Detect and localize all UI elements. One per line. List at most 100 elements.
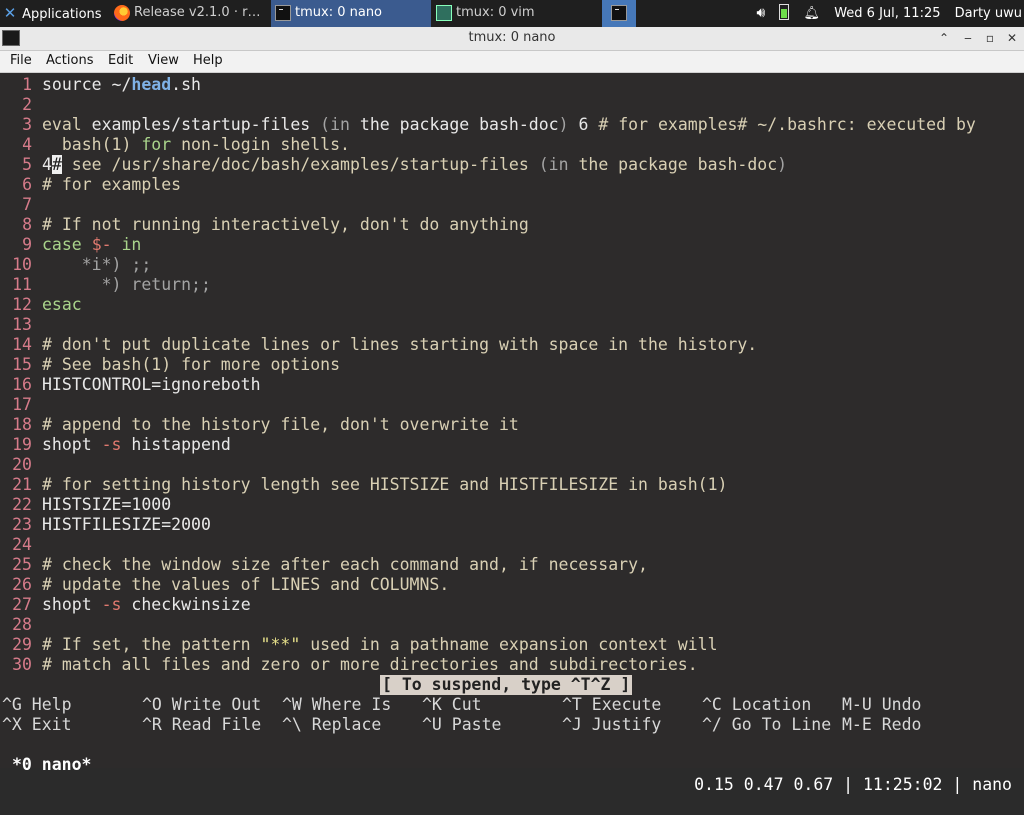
code-text: (in (538, 155, 569, 174)
line-number: 14 (12, 335, 32, 354)
editor-line[interactable]: 6 # for examples (0, 175, 181, 195)
window-titlebar[interactable]: tmux: 0 nano ⌃ ‒ ▫ ✕ (0, 27, 1024, 51)
shortcut-label: Justify (581, 715, 662, 734)
code-text: # See bash(1) for more options (42, 355, 341, 374)
shortcut-label: Execute (581, 695, 662, 714)
editor-line[interactable]: 11 *) return;; (0, 275, 211, 295)
editor-line[interactable]: 24 (0, 535, 42, 555)
code-text: # If not running interactively, don't do… (42, 215, 529, 234)
editor-line[interactable]: 13 (0, 315, 42, 335)
line-number: 22 (12, 495, 32, 514)
editor-line[interactable]: 28 (0, 615, 42, 635)
editor-line[interactable]: 3 eval examples/startup-files (in the pac… (0, 115, 976, 135)
editor-line[interactable]: 26 # update the values of LINES and COLUM… (0, 575, 449, 595)
shortcut-key: ^\ (282, 715, 302, 734)
editor-line[interactable]: 4 bash(1) for non-login shells. (0, 135, 350, 155)
editor-line[interactable]: 23 HISTFILESIZE=2000 (0, 515, 211, 535)
editor-line[interactable]: 27 shopt -s checkwinsize (0, 595, 251, 615)
taskbar-item-firefox[interactable]: Release v2.1.0 · r… (110, 0, 270, 27)
code-text: for (141, 135, 172, 154)
taskbar-item-tmux-vim[interactable]: tmux: 0 vim (432, 0, 600, 27)
editor-line[interactable]: 9 case $- in (0, 235, 141, 255)
editor-line[interactable]: 25 # check the window size after each com… (0, 555, 648, 575)
code-text: (in (320, 115, 350, 134)
editor-line[interactable]: 8 # If not running interactively, don't d… (0, 215, 529, 235)
tmux-window-name[interactable]: *0 nano* (12, 755, 91, 775)
editor-line[interactable]: 16 HISTCONTROL=ignoreboth (0, 375, 261, 395)
line-number: 16 (12, 375, 32, 394)
shortcut-key: ^J (562, 715, 582, 734)
editor-line[interactable]: 21 # for setting history length see HISTS… (0, 475, 727, 495)
taskbar-item-tmux-nano[interactable]: tmux: 0 nano (271, 0, 431, 27)
code-text: bash(1) (42, 135, 142, 154)
shortcut-label: Location (721, 695, 812, 714)
terminal-area[interactable]: 1 source ~/head.sh 2 3 eval examples/startup… (0, 73, 1024, 794)
shortcut-key: ^O (142, 695, 162, 714)
code-text: # for examples (42, 175, 182, 194)
code-text: # don't put duplicate lines or lines sta… (42, 335, 758, 354)
line-number: 21 (12, 475, 32, 494)
editor-line[interactable]: 19 shopt -s histappend (0, 435, 231, 455)
code-text: *i*) ;; (42, 255, 152, 274)
taskbar-item-label: tmux: 0 nano (295, 5, 383, 20)
editor-line[interactable]: 29 # If set, the pattern "**" used in a p… (0, 635, 717, 655)
editor-line[interactable]: 15 # See bash(1) for more options (0, 355, 340, 375)
menu-view[interactable]: View (148, 53, 179, 68)
menu-edit[interactable]: Edit (108, 53, 133, 68)
volume-icon[interactable]: 🔊︎ (756, 0, 765, 26)
battery-icon[interactable] (779, 4, 790, 20)
shortcut-key: M-E (842, 715, 872, 734)
code-text: # check the window size after each comma… (42, 555, 648, 574)
terminal-icon (611, 5, 627, 21)
shortcut-label: Paste (441, 715, 502, 734)
shortcut-label: Exit (21, 715, 72, 734)
shortcut-label: Write Out (161, 695, 262, 714)
taskbar-item-terminal[interactable] (602, 0, 636, 27)
notification-bell-icon[interactable]: 🔔︎ (804, 1, 821, 27)
code-text: case (42, 235, 82, 254)
editor-line[interactable]: 5 4# see /usr/share/doc/bash/examples/sta… (0, 155, 787, 175)
shade-button[interactable]: ⌃ (934, 29, 954, 47)
code-text: -s (101, 595, 122, 614)
minimize-button[interactable]: ‒ (958, 29, 978, 47)
editor-line[interactable]: 20 (0, 455, 42, 475)
code-text: HISTCONTROL=ignoreboth (42, 375, 261, 394)
editor-line[interactable]: 30 # match all files and zero or more dir… (0, 655, 698, 675)
shortcut-item: ^K Cut (422, 695, 482, 715)
code-text: # for examples# ~/.bashrc: executed by (598, 115, 976, 134)
line-number: 5 (22, 155, 32, 174)
menu-help[interactable]: Help (193, 53, 223, 68)
applications-menu[interactable]: ✕ Applications (0, 0, 108, 27)
shortcut-item: ^W Where Is (282, 695, 391, 715)
menu-file[interactable]: File (10, 53, 32, 68)
close-button[interactable]: ✕ (1002, 29, 1022, 47)
code-text: non-login shells. (171, 135, 350, 154)
line-number: 2 (22, 95, 32, 114)
shortcut-key: ^X (2, 715, 22, 734)
editor-line[interactable]: 14 # don't put duplicate lines or lines s… (0, 335, 757, 355)
shortcut-item: ^X Exit (2, 715, 72, 735)
menu-actions[interactable]: Actions (46, 53, 94, 68)
editor-line[interactable]: 7 (0, 195, 42, 215)
editor-line[interactable]: 18 # append to the history file, don't ov… (0, 415, 519, 435)
shortcut-key: ^U (422, 715, 442, 734)
line-number: 13 (12, 315, 32, 334)
shortcut-key: ^/ (702, 715, 722, 734)
line-number: 24 (12, 535, 32, 554)
editor-line[interactable]: 22 HISTSIZE=1000 (0, 495, 171, 515)
user-name[interactable]: Darty uwu (955, 1, 1022, 27)
editor-line[interactable]: 12 esac (0, 295, 82, 315)
editor-line[interactable]: 17 (0, 395, 42, 415)
code-text: esac (42, 295, 82, 314)
code-text: ) (558, 115, 569, 134)
editor-line[interactable]: 1 source ~/head.sh (0, 75, 201, 95)
clock[interactable]: Wed 6 Jul, 11:25 (834, 1, 940, 27)
shortcut-key: ^G (2, 695, 22, 714)
editor-line[interactable]: 2 (0, 95, 42, 115)
editor-line[interactable]: 10 *i*) ;; (0, 255, 151, 275)
maximize-button[interactable]: ▫ (980, 29, 1000, 47)
firefox-icon (114, 5, 130, 21)
nano-status-message: [ To suspend, type ^T^Z ] (380, 675, 633, 695)
shortcut-item: ^T Execute (562, 695, 661, 715)
line-number: 17 (12, 395, 32, 414)
